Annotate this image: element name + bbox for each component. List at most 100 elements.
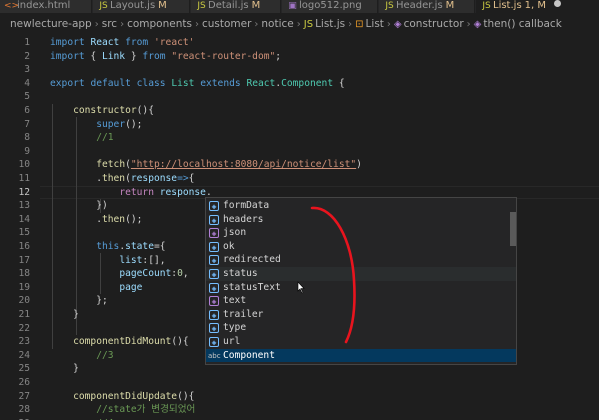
breadcrumb-item[interactable]: customer [202,18,251,30]
code-line[interactable]: 5 [0,90,599,104]
field-symbol-icon: ◈ [209,282,219,293]
file-type-icon: JS [197,1,206,11]
editor-tab-bar: <>index.html JS Layout.js M JS Detail.js M ▣ log… [0,0,599,13]
code-line[interactable]: 7 super(); [0,118,599,132]
code-line[interactable]: 26 [0,376,599,390]
code-line[interactable]: 4 export default class List extends React… [0,77,599,91]
chevron-right-icon: › [386,19,391,30]
breadcrumb-item[interactable]: List [366,18,384,30]
line-number: 11 [18,173,30,184]
tab-detail-js[interactable]: JS Detail.js M [191,0,281,13]
breadcrumb-item[interactable]: then() callback [483,18,561,30]
method-symbol-icon: ◈ [209,228,219,239]
line-number: 20 [18,295,30,307]
code-text: super(); [50,118,142,132]
code-token: default [90,77,131,89]
code-text: list:[], [50,254,166,268]
code-text: return response. [50,186,211,200]
code-token: Component [281,77,334,89]
suggestion-label: trailer [223,308,264,320]
code-token: then [101,213,126,225]
code-token: } [50,363,79,375]
code-token: componentDidUpdate [73,390,178,402]
code-token: => [177,173,189,184]
breadcrumb: newlecture-app › src › components › customer › n… [0,14,599,35]
code-line[interactable]: 28 //state가 변경되었어 [0,403,599,417]
code-token: pageCount [119,268,172,280]
code-token: page [119,281,143,293]
suggestion-item-component[interactable]: abc Component [206,348,516,363]
line-number: 13 [18,200,30,212]
line-number: 27 [18,390,30,402]
code-token: ={ [154,241,166,252]
code-text: .then(response=>{ [50,172,194,186]
tab-layout-js[interactable]: JS Layout.js M [93,0,190,13]
tab-header-js[interactable]: JS Header.js M [379,0,475,13]
code-token: :[], [142,254,166,266]
tab-list-js[interactable]: JS List.js 1, M [476,0,599,13]
tab-logo512-png[interactable]: ▣ logo512.png [282,0,378,13]
breadcrumb-item[interactable]: src [102,18,117,30]
chevron-right-icon: › [120,19,125,30]
code-line[interactable]: 10 fetch("http://localhost:8080/api/noti… [0,158,599,172]
code-token: import [50,50,85,62]
code-line[interactable]: 1 import React from 'react' [0,36,599,50]
tab-modified-badge: 1, M [524,0,547,11]
file-type-icon: ▣ [288,1,297,11]
line-number: 16 [18,241,30,252]
line-number: 6 [24,105,30,116]
code-text: }) [50,199,108,213]
tab-modified-badge: M [158,0,167,11]
breadcrumb-item[interactable]: List.js [315,18,345,30]
tab-modified-badge: M [445,0,455,11]
line-number: 7 [24,118,30,130]
code-line[interactable]: 8 //1 [0,131,599,145]
breadcrumb-item[interactable]: notice [261,18,293,30]
suggestion-label: json [223,227,247,239]
code-text: componentDidMount(){ [50,335,189,349]
code-token: constructor [73,105,137,116]
code-token: "http://localhost:8080/api/notice/list" [130,159,357,171]
chevron-right-icon: › [254,19,259,30]
tab-index-html[interactable]: <>index.html [0,0,92,13]
breadcrumb-item[interactable]: newlecture-app [10,18,92,30]
red-annotation-stroke [310,206,356,344]
suggestion-label: Component [223,349,275,361]
code-token: }; [50,295,108,307]
code-token: (); [125,118,143,130]
suggestion-label: formData [223,200,270,211]
code-token: then [101,173,126,184]
code-token: List [171,77,195,89]
field-symbol-icon: ◈ [209,269,219,279]
tab-label: index.html [17,0,71,11]
code-line[interactable]: 9 [0,145,599,159]
field-symbol-icon: ◈ [209,201,219,211]
field-symbol-icon: ◈ [209,255,219,266]
suggestion-label: text [223,295,247,307]
breadcrumb-item[interactable]: components [127,18,192,30]
code-line[interactable]: 6 constructor(){ [0,104,599,118]
code-line[interactable]: 27 componentDidUpdate(){ [0,390,599,404]
code-line[interactable]: 11 .then(response=>{ [0,172,599,186]
code-token: super [96,118,126,130]
code-token: //1 [96,132,114,144]
field-symbol-icon: ◈ [209,309,219,320]
code-token: . [50,173,102,184]
unsaved-dot-icon[interactable] [554,0,562,7]
suggestion-label: ok [223,240,235,252]
breadcrumb-item[interactable]: constructor [404,18,464,30]
code-line[interactable]: 2 import { Link } from "react-router-dom"… [0,50,599,64]
line-number: 21 [18,309,30,320]
code-token: //state가 변경되었어 [96,404,196,416]
code-line[interactable]: 3 [0,63,599,77]
method-symbol-icon: ◈ [393,19,402,30]
line-number: 26 [18,377,30,388]
